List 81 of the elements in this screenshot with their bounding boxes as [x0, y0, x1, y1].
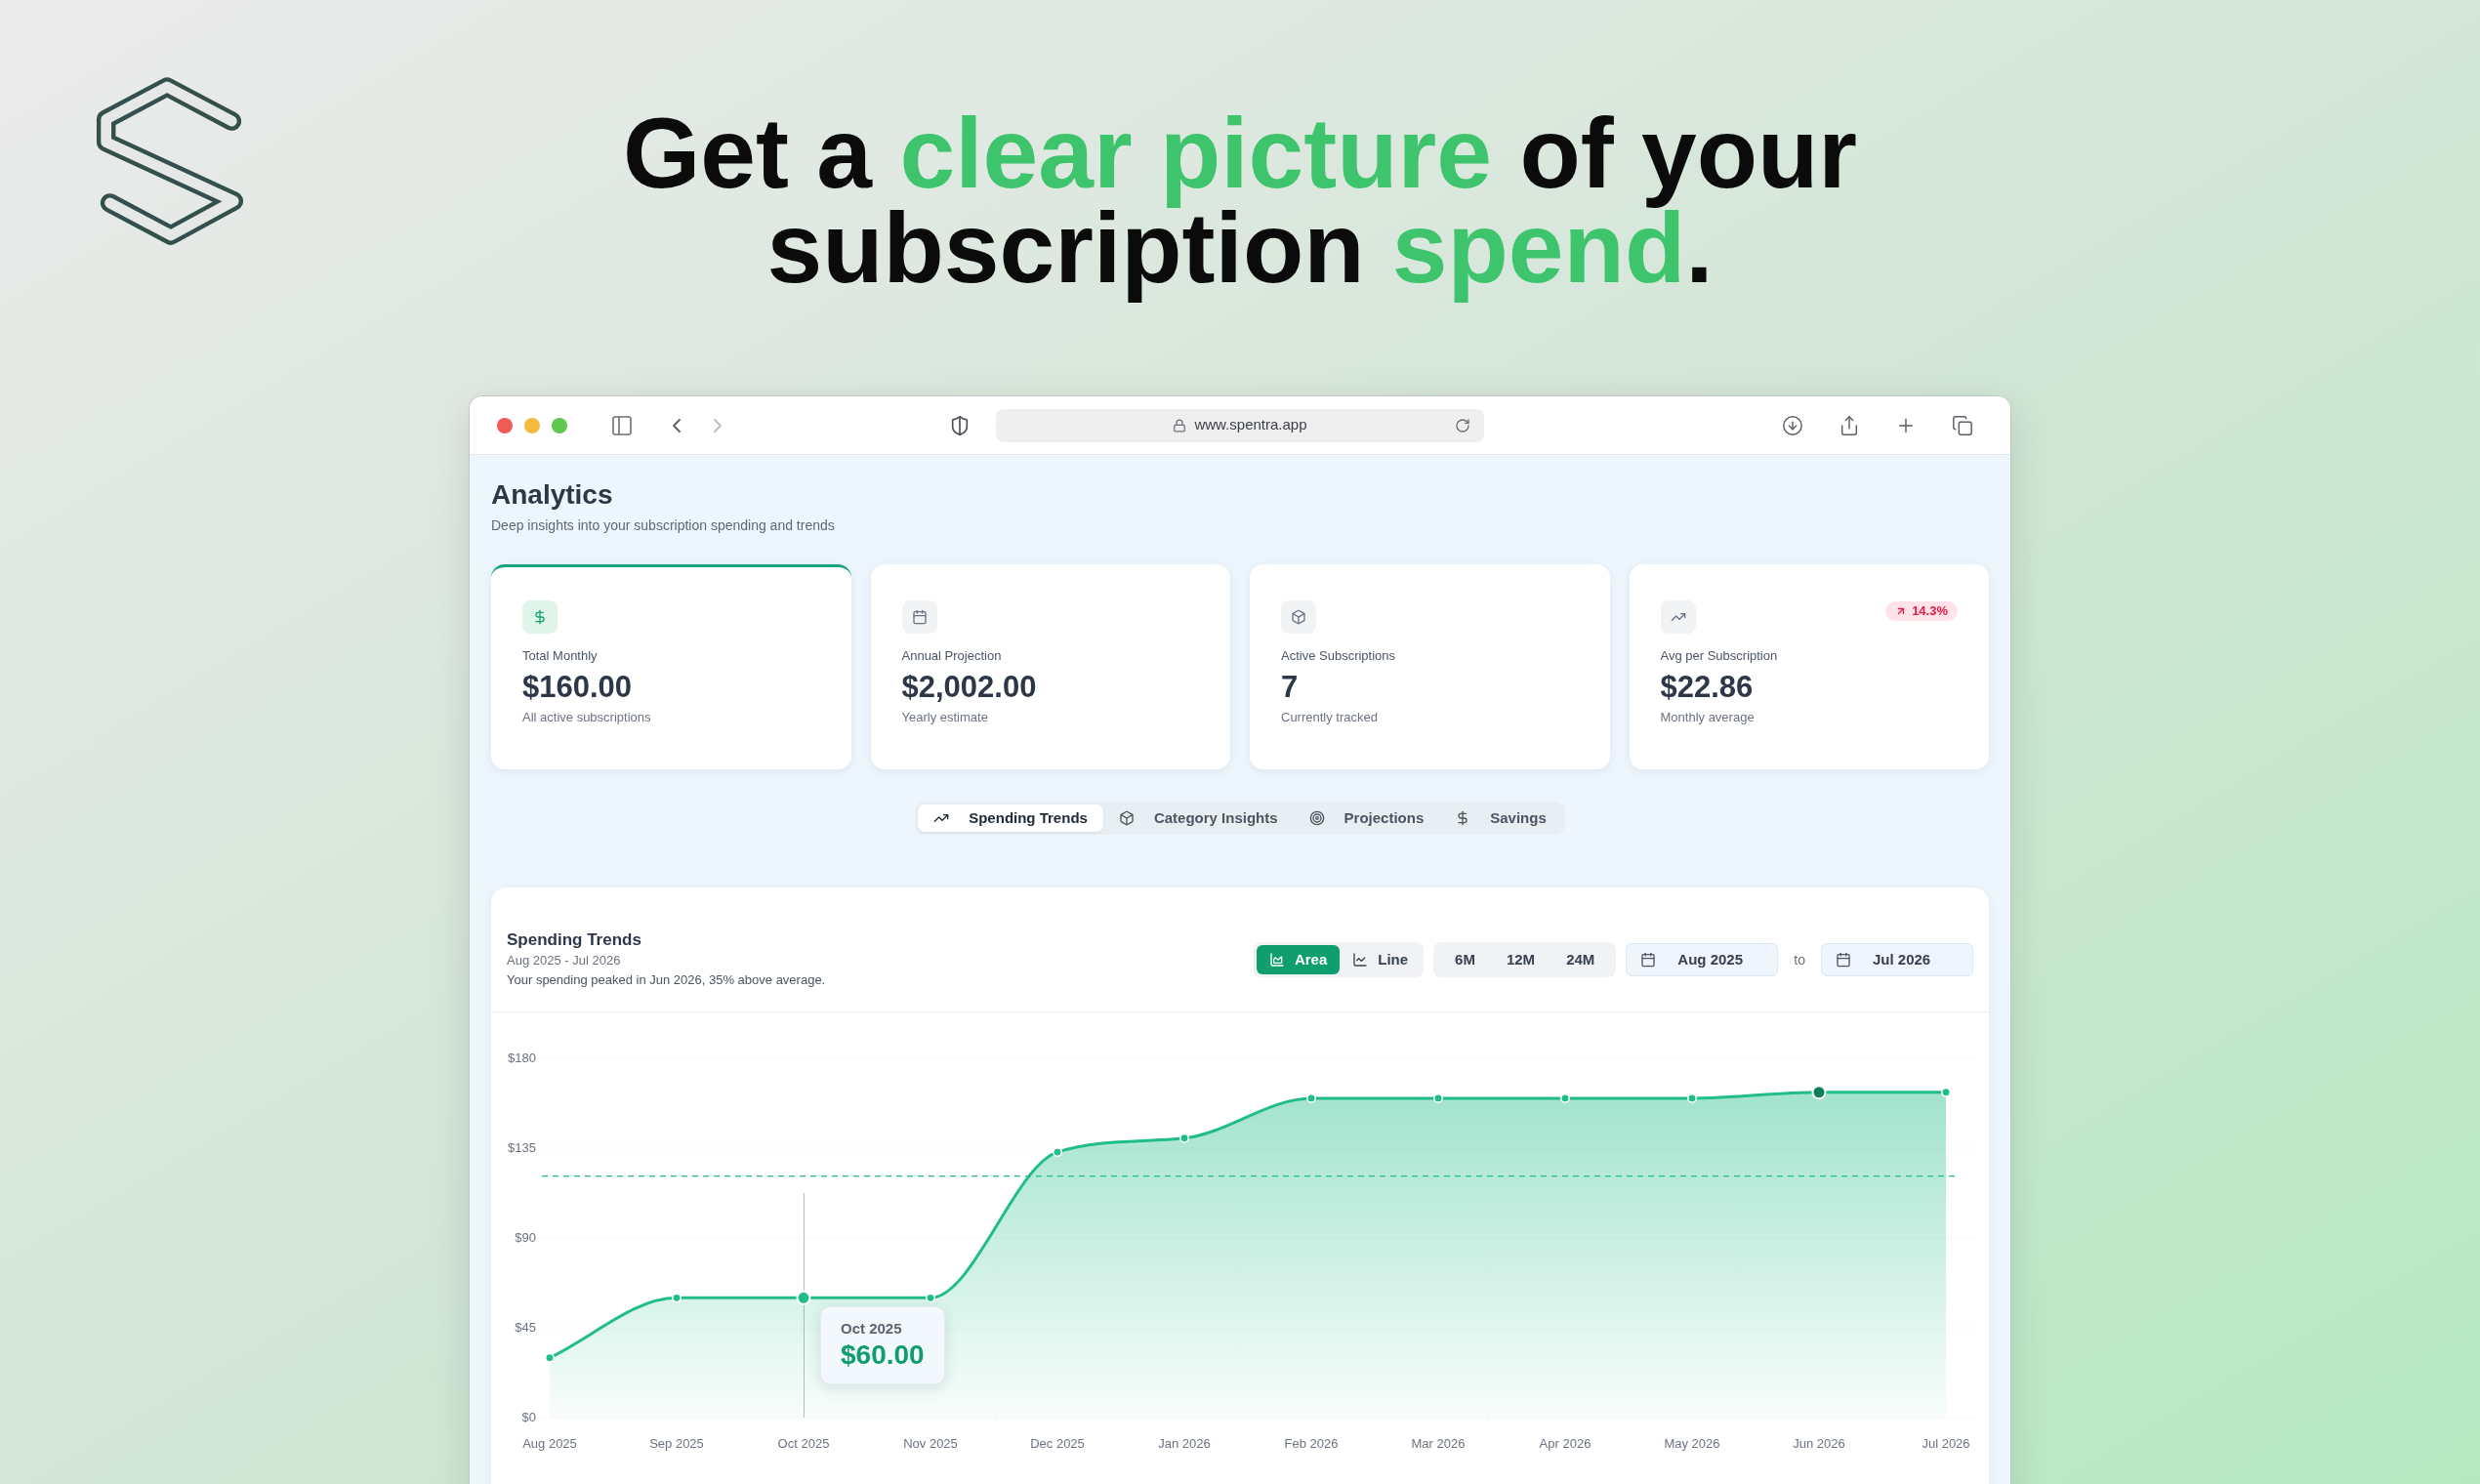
stat-value: $2,002.00 [901, 669, 1038, 706]
date-separator: to [1793, 950, 1806, 969]
tab[interactable]: Category Insights [1102, 804, 1294, 832]
stat-label: Avg per Subscription [1660, 647, 1779, 665]
dollar-icon [522, 600, 558, 634]
data-point [1687, 1092, 1697, 1103]
data-point [1306, 1092, 1316, 1103]
range-button[interactable]: 24M [1550, 945, 1611, 974]
tab[interactable]: Savings [1439, 804, 1562, 832]
x-axis-label: Dec 2025 [1030, 1436, 1085, 1451]
headline: Get a clear picture of your subscription spend. [622, 106, 1858, 306]
panel-summary: Your spending peaked in Jun 2026, 35% above average. [507, 971, 826, 989]
stat-value: $22.86 [1660, 669, 1755, 706]
panel-period: Aug 2025 - Jul 2026 [507, 952, 622, 969]
area-chart-icon [1268, 952, 1285, 968]
calendar-icon [1836, 952, 1851, 968]
x-axis-label: Jan 2026 [1158, 1436, 1211, 1451]
reload-icon[interactable] [1455, 417, 1470, 433]
x-axis-label: Mar 2026 [1411, 1436, 1466, 1451]
data-point [1433, 1092, 1443, 1103]
page-title: Analytics [491, 478, 614, 512]
calendar-icon [901, 600, 937, 634]
data-point [796, 1290, 811, 1305]
shield-icon[interactable] [949, 414, 971, 436]
y-axis-label: $180 [508, 1051, 536, 1065]
data-point [545, 1352, 555, 1363]
stat-note: Monthly average [1660, 709, 1756, 726]
target-icon [1308, 810, 1325, 826]
data-point [1560, 1092, 1570, 1103]
range-button[interactable]: 12M [1490, 945, 1551, 974]
lock-icon [1173, 418, 1187, 433]
tab[interactable]: Projections [1293, 804, 1440, 832]
address-bar[interactable]: www.spentra.app [996, 408, 1484, 442]
stat-note: Currently tracked [1281, 709, 1379, 726]
sidebar-icon[interactable] [610, 413, 634, 437]
x-axis-label: May 2026 [1664, 1436, 1720, 1451]
calendar-icon [1640, 952, 1657, 968]
y-axis-label: $45 [515, 1320, 536, 1335]
data-point [672, 1293, 682, 1303]
x-axis-label: Apr 2026 [1539, 1436, 1591, 1451]
cube-icon [1281, 600, 1316, 634]
stat-label: Active Subscriptions [1281, 647, 1397, 665]
share-icon[interactable] [1839, 414, 1860, 436]
download-icon[interactable] [1782, 414, 1803, 436]
page-subtitle: Deep insights into your subscription spending and trends [491, 516, 836, 535]
url-text: www.spentra.app [1194, 415, 1307, 435]
tooltip-date: Oct 2025 [841, 1319, 903, 1340]
chart-type-button[interactable]: Line [1340, 945, 1422, 974]
date-picker[interactable]: Aug 2025 [1626, 943, 1779, 976]
tooltip-value: $60.00 [841, 1339, 925, 1373]
stat-value: $160.00 [522, 669, 634, 706]
trending-up-icon [1660, 600, 1696, 634]
x-axis-label: Sep 2025 [649, 1436, 704, 1451]
trend-percentage: 14.3% [1912, 602, 1948, 621]
x-axis-label: Jul 2026 [1922, 1436, 1970, 1451]
overlapping-squares-icon[interactable] [1952, 414, 1973, 436]
data-point [1179, 1133, 1189, 1143]
tab[interactable]: Spending Trends [918, 804, 1103, 832]
data-point [1053, 1147, 1062, 1158]
y-axis-label: $90 [515, 1230, 536, 1245]
stat-note: All active subscriptions [522, 709, 652, 726]
x-axis-label: Aug 2025 [522, 1436, 577, 1451]
y-axis-label: $0 [521, 1410, 536, 1424]
date-picker[interactable]: Jul 2026 [1821, 943, 1973, 976]
data-point [1811, 1085, 1827, 1100]
window-close-icon[interactable] [497, 417, 513, 433]
x-axis-label: Jun 2026 [1793, 1436, 1845, 1451]
x-axis-label: Nov 2025 [903, 1436, 958, 1451]
data-point [1941, 1087, 1951, 1097]
x-axis-label: Feb 2026 [1284, 1436, 1339, 1451]
line-chart-icon [1352, 952, 1369, 968]
stat-value: 7 [1281, 669, 1300, 706]
x-axis-label: Oct 2025 [777, 1436, 830, 1451]
range-button[interactable]: 6M [1439, 945, 1491, 974]
stat-label: Total Monthly [522, 647, 599, 665]
data-point [926, 1293, 935, 1303]
cube-icon [1118, 810, 1135, 826]
y-axis-label: $135 [508, 1140, 536, 1155]
stat-note: Yearly estimate [901, 709, 989, 726]
stat-label: Annual Projection [901, 647, 1003, 665]
panel-title: Spending Trends [507, 929, 642, 951]
